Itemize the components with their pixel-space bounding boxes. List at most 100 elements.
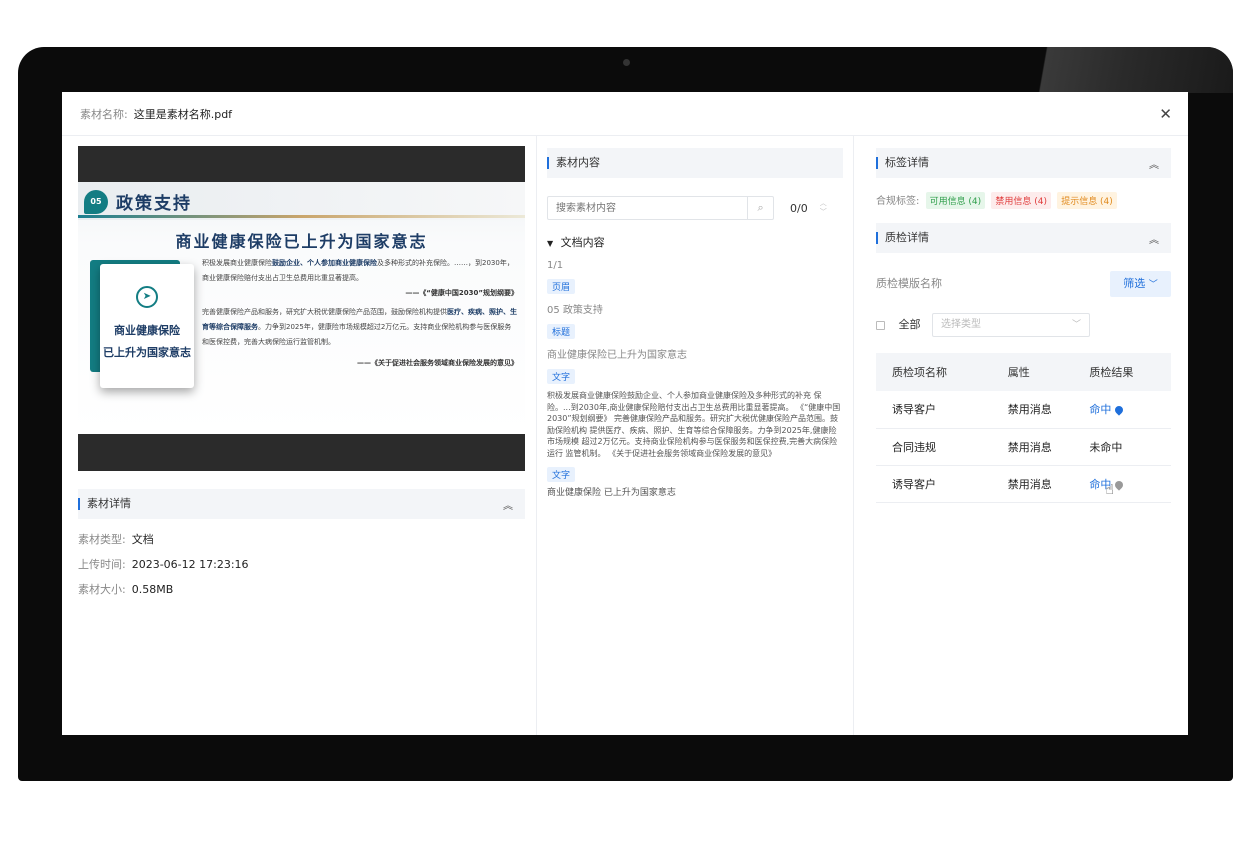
upload-time-label: 上传时间: [78, 558, 126, 571]
slide-quote1: ——《“健康中国2030”规划纲要》 [405, 289, 518, 297]
slide-para2-a: 完善健康保险产品和服务，研究扩大税优健康保险产品范围，鼓励保险机构提供 [202, 308, 447, 316]
location-pin-icon[interactable] [1113, 404, 1126, 416]
slide-card: ➤ 商业健康保险 已上升为国家意志 [100, 264, 194, 388]
cursor-icon: ➤ [136, 286, 158, 308]
doc-content-toggle[interactable]: ▼ 文档内容 [547, 234, 843, 250]
table-header-row: 质检项名称 属性 质检结果 [876, 353, 1171, 391]
page-indicator: 1/1 [547, 260, 564, 271]
match-nav-arrows[interactable]: ︿ ﹀ [820, 199, 827, 217]
preview-column: 05 政策支持 商业健康保险已上升为国家意志 ➤ 商业健康保险 已上升为国家意志… [78, 146, 525, 602]
material-name-label: 素材名称: [80, 107, 128, 121]
item-name: 合同违规 [876, 428, 1008, 466]
header-text: 05 政策支持 [547, 305, 603, 316]
caret-down-icon: ▼ [547, 239, 554, 248]
close-icon[interactable]: ✕ [1159, 105, 1172, 123]
hand-cursor-icon: ☝ [1105, 481, 1114, 498]
type-select[interactable]: 选择类型 ﹀ [932, 313, 1090, 337]
match-count: 0/0 [790, 201, 808, 215]
slide-title: 政策支持 [116, 194, 192, 214]
chip-hint[interactable]: 提示信息 (4) [1057, 192, 1117, 209]
collapse-icon[interactable]: ︽ [1149, 231, 1159, 246]
filter-button[interactable]: 筛选 ﹀ [1110, 271, 1171, 297]
material-detail-dialog: 素材名称: 这里是素材名称.pdf ✕ 05 政策支持 商业健康保险已上升为国家… [62, 92, 1188, 735]
template-name-label: 质检模版名称 [876, 277, 942, 290]
material-content-header: 素材内容 [547, 148, 843, 178]
collapse-icon[interactable]: ︽ [503, 497, 513, 512]
slide-number-badge: 05 [84, 190, 108, 214]
slide-para1: 积极发展商业健康保险鼓励企业、个人参加商业健康保险及多种形式的补充保险。……，到… [202, 256, 518, 286]
slide-para2: 完善健康保险产品和服务，研究扩大税优健康保险产品范围，鼓励保险机构提供医疗、疾病… [202, 305, 518, 350]
type-select-placeholder: 选择类型 [941, 319, 981, 330]
quality-details-header[interactable]: 质检详情 ︽ [876, 223, 1171, 253]
slide-page: 05 政策支持 商业健康保险已上升为国家意志 ➤ 商业健康保险 已上升为国家意志… [78, 182, 525, 434]
table-row[interactable]: 合同违规 禁用消息 未命中 [876, 428, 1171, 466]
select-all-checkbox[interactable] [876, 320, 885, 330]
content-search-row: ⌕ 0/0 ︿﹀ [547, 196, 843, 220]
last-text: 商业健康保险 已上升为国家意志 [547, 488, 676, 498]
dialog-header: 素材名称: 这里是素材名称.pdf ✕ [62, 92, 1188, 136]
item-result[interactable]: 命中 [1089, 403, 1111, 416]
body-paragraph: 积极发展商业健康保险鼓励企业、个人参加商业健康保险及多种形式的补充 保险。...… [547, 391, 841, 458]
document-preview[interactable]: 05 政策支持 商业健康保险已上升为国家意志 ➤ 商业健康保险 已上升为国家意志… [78, 146, 525, 471]
item-name: 诱导客户 [876, 391, 1008, 429]
filter-label: 筛选 [1123, 277, 1146, 290]
material-name-value: 这里是素材名称.pdf [133, 107, 233, 121]
item-attribute: 禁用消息 [1007, 391, 1090, 429]
tag-title: 标题 [547, 324, 576, 339]
col-item-name: 质检项名称 [876, 353, 1008, 391]
slide-header: 05 政策支持 [78, 182, 525, 220]
slide-para1-b: 鼓励企业、个人参加商业健康保险 [272, 259, 377, 267]
slide-body: 积极发展商业健康保险鼓励企业、个人参加商业健康保险及多种形式的补充保险。……，到… [202, 256, 518, 371]
location-pin-icon[interactable] [1113, 478, 1126, 491]
chip-forbidden[interactable]: 禁用信息 (4) [991, 192, 1051, 209]
chevron-down-icon: ﹀ [1071, 320, 1081, 330]
quality-details-title: 质检详情 [876, 232, 929, 244]
content-column: 素材内容 ⌕ 0/0 ︿﹀ ▼ 文档内容 1/1 页眉 05 政策支持 标题 商… [536, 136, 854, 735]
quality-table: 质检项名称 属性 质检结果 诱导客户 禁用消息 命中 合同违规 禁用消息 未命中 [876, 353, 1171, 503]
select-all-label: 全部 [898, 318, 921, 331]
material-type-value: 文档 [131, 533, 154, 546]
doc-content-title: 文档内容 [560, 236, 605, 249]
chip-available[interactable]: 可用信息 (4) [925, 192, 986, 209]
slide-stripe [78, 215, 525, 218]
slide-quote2: ——《关于促进社会服务领域商业保险发展的意见》 [357, 359, 518, 367]
slide-card-line2: 已上升为国家意志 [103, 346, 191, 359]
chevron-down-icon: ﹀ [1148, 280, 1158, 290]
material-type-label: 素材类型: [78, 533, 126, 546]
label-details-header[interactable]: 标签详情 ︽ [876, 148, 1171, 178]
material-size-value: 0.58MB [131, 583, 174, 596]
compliance-labels-row: 合规标签: 可用信息 (4) 禁用信息 (4) 提示信息 (4) [876, 192, 1171, 209]
item-result-cell: 命中 [1089, 391, 1171, 429]
tag-text: 文字 [547, 369, 576, 384]
col-attribute: 属性 [1007, 353, 1090, 391]
item-result: 未命中 [1089, 428, 1171, 466]
content-search: ⌕ [547, 196, 774, 220]
slide-para1-a: 积极发展商业健康保险 [202, 259, 272, 267]
table-row[interactable]: 诱导客户 禁用消息 命中 ☝ [876, 465, 1171, 503]
item-name: 诱导客户 [876, 465, 1008, 503]
col-result: 质检结果 [1089, 353, 1171, 391]
title-text: 商业健康保险已上升为国家意志 [547, 350, 687, 361]
search-icon[interactable]: ⌕ [747, 197, 773, 219]
template-row: 质检模版名称 筛选 ﹀ [876, 271, 1171, 297]
material-details-title: 素材详情 [78, 498, 131, 510]
content-search-input[interactable] [548, 197, 748, 219]
slide-heading: 商业健康保险已上升为国家意志 [175, 232, 428, 251]
laptop-base [18, 735, 1233, 781]
material-size-row: 素材大小: 0.58MB [78, 577, 525, 602]
camera-dot [623, 59, 630, 66]
material-type-row: 素材类型: 文档 [78, 527, 525, 552]
material-details-header[interactable]: 素材详情 ︽ [78, 489, 525, 519]
item-attribute: 禁用消息 [1007, 465, 1090, 503]
item-result-cell: 命中 ☝ [1089, 465, 1171, 503]
bezel-glare [963, 47, 1233, 93]
label-details-title: 标签详情 [876, 157, 929, 169]
material-size-label: 素材大小: [78, 583, 126, 596]
collapse-icon[interactable]: ︽ [1149, 156, 1159, 171]
slide-card-line1: 商业健康保险 [114, 324, 180, 337]
material-content-title: 素材内容 [547, 157, 600, 169]
table-row[interactable]: 诱导客户 禁用消息 命中 [876, 391, 1171, 429]
tag-header: 页眉 [547, 279, 576, 294]
compliance-label: 合规标签: [876, 196, 920, 207]
tag-text-2: 文字 [547, 467, 576, 482]
